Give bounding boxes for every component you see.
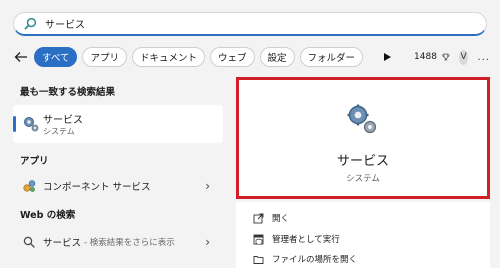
- action-list: 開く 管理者として実行 ファイルの場所を開く: [236, 202, 490, 268]
- app-result-component-services[interactable]: コンポーネント サービス ›: [13, 174, 223, 198]
- more-options-button[interactable]: ...: [477, 52, 490, 63]
- services-gear-icon: [347, 104, 377, 134]
- filter-chip-documents[interactable]: ドキュメント: [131, 47, 205, 67]
- action-open-file-location[interactable]: ファイルの場所を開く: [253, 251, 357, 267]
- play-arrow-icon: [384, 53, 392, 61]
- web-result-label: サービス: [43, 238, 82, 249]
- filter-chip-apps[interactable]: アプリ: [82, 47, 127, 67]
- web-search-header: Web の検索: [20, 210, 76, 221]
- filter-bar: すべて アプリ ドキュメント ウェブ 設定 フォルダー 1488 V ...: [14, 46, 490, 68]
- best-match-result[interactable]: サービス システム: [13, 105, 223, 143]
- avatar[interactable]: V: [458, 49, 469, 65]
- detail-title: サービス: [336, 154, 389, 169]
- action-label: 管理者として実行: [272, 235, 340, 245]
- web-result-subtext: - 検索結果をさらに表示: [84, 238, 175, 248]
- action-label: ファイルの場所を開く: [272, 255, 358, 265]
- component-services-icon: [23, 180, 36, 192]
- web-result-services[interactable]: サービス - 検索結果をさらに表示 ›: [13, 230, 223, 254]
- action-label: 開く: [272, 214, 290, 224]
- services-gear-icon: [24, 117, 39, 132]
- trophy-icon[interactable]: [442, 51, 450, 63]
- filter-chip-folders[interactable]: フォルダー: [299, 47, 364, 67]
- filter-chip-settings[interactable]: 設定: [259, 47, 295, 67]
- back-arrow-icon: [14, 52, 27, 62]
- chevron-right-icon: ›: [205, 179, 210, 193]
- folder-icon: [253, 255, 264, 264]
- best-match-header: 最も一致する検索結果: [20, 87, 116, 98]
- search-icon: [23, 236, 35, 248]
- detail-category: システム: [346, 174, 380, 184]
- filter-chip-web[interactable]: ウェブ: [210, 47, 255, 67]
- search-input[interactable]: サービス: [45, 16, 85, 31]
- chevron-right-icon: ›: [205, 235, 210, 249]
- app-result-label: コンポーネント サービス: [43, 182, 151, 193]
- filter-chip-all[interactable]: すべて: [34, 47, 78, 67]
- search-box[interactable]: サービス: [13, 12, 487, 36]
- best-match-title: サービス: [43, 115, 83, 126]
- open-icon: [253, 213, 264, 223]
- back-button[interactable]: [14, 48, 28, 66]
- rewards-points[interactable]: 1488: [414, 52, 437, 62]
- run-as-admin-icon: [253, 234, 264, 245]
- best-match-subtitle: システム: [43, 127, 75, 136]
- detail-panel: サービス システム: [236, 77, 490, 199]
- search-icon: [24, 17, 37, 30]
- more-filters-button[interactable]: [382, 50, 392, 64]
- apps-header: アプリ: [20, 156, 49, 167]
- selection-indicator: [13, 116, 16, 132]
- action-run-as-admin[interactable]: 管理者として実行: [253, 231, 340, 247]
- action-open[interactable]: 開く: [253, 210, 289, 226]
